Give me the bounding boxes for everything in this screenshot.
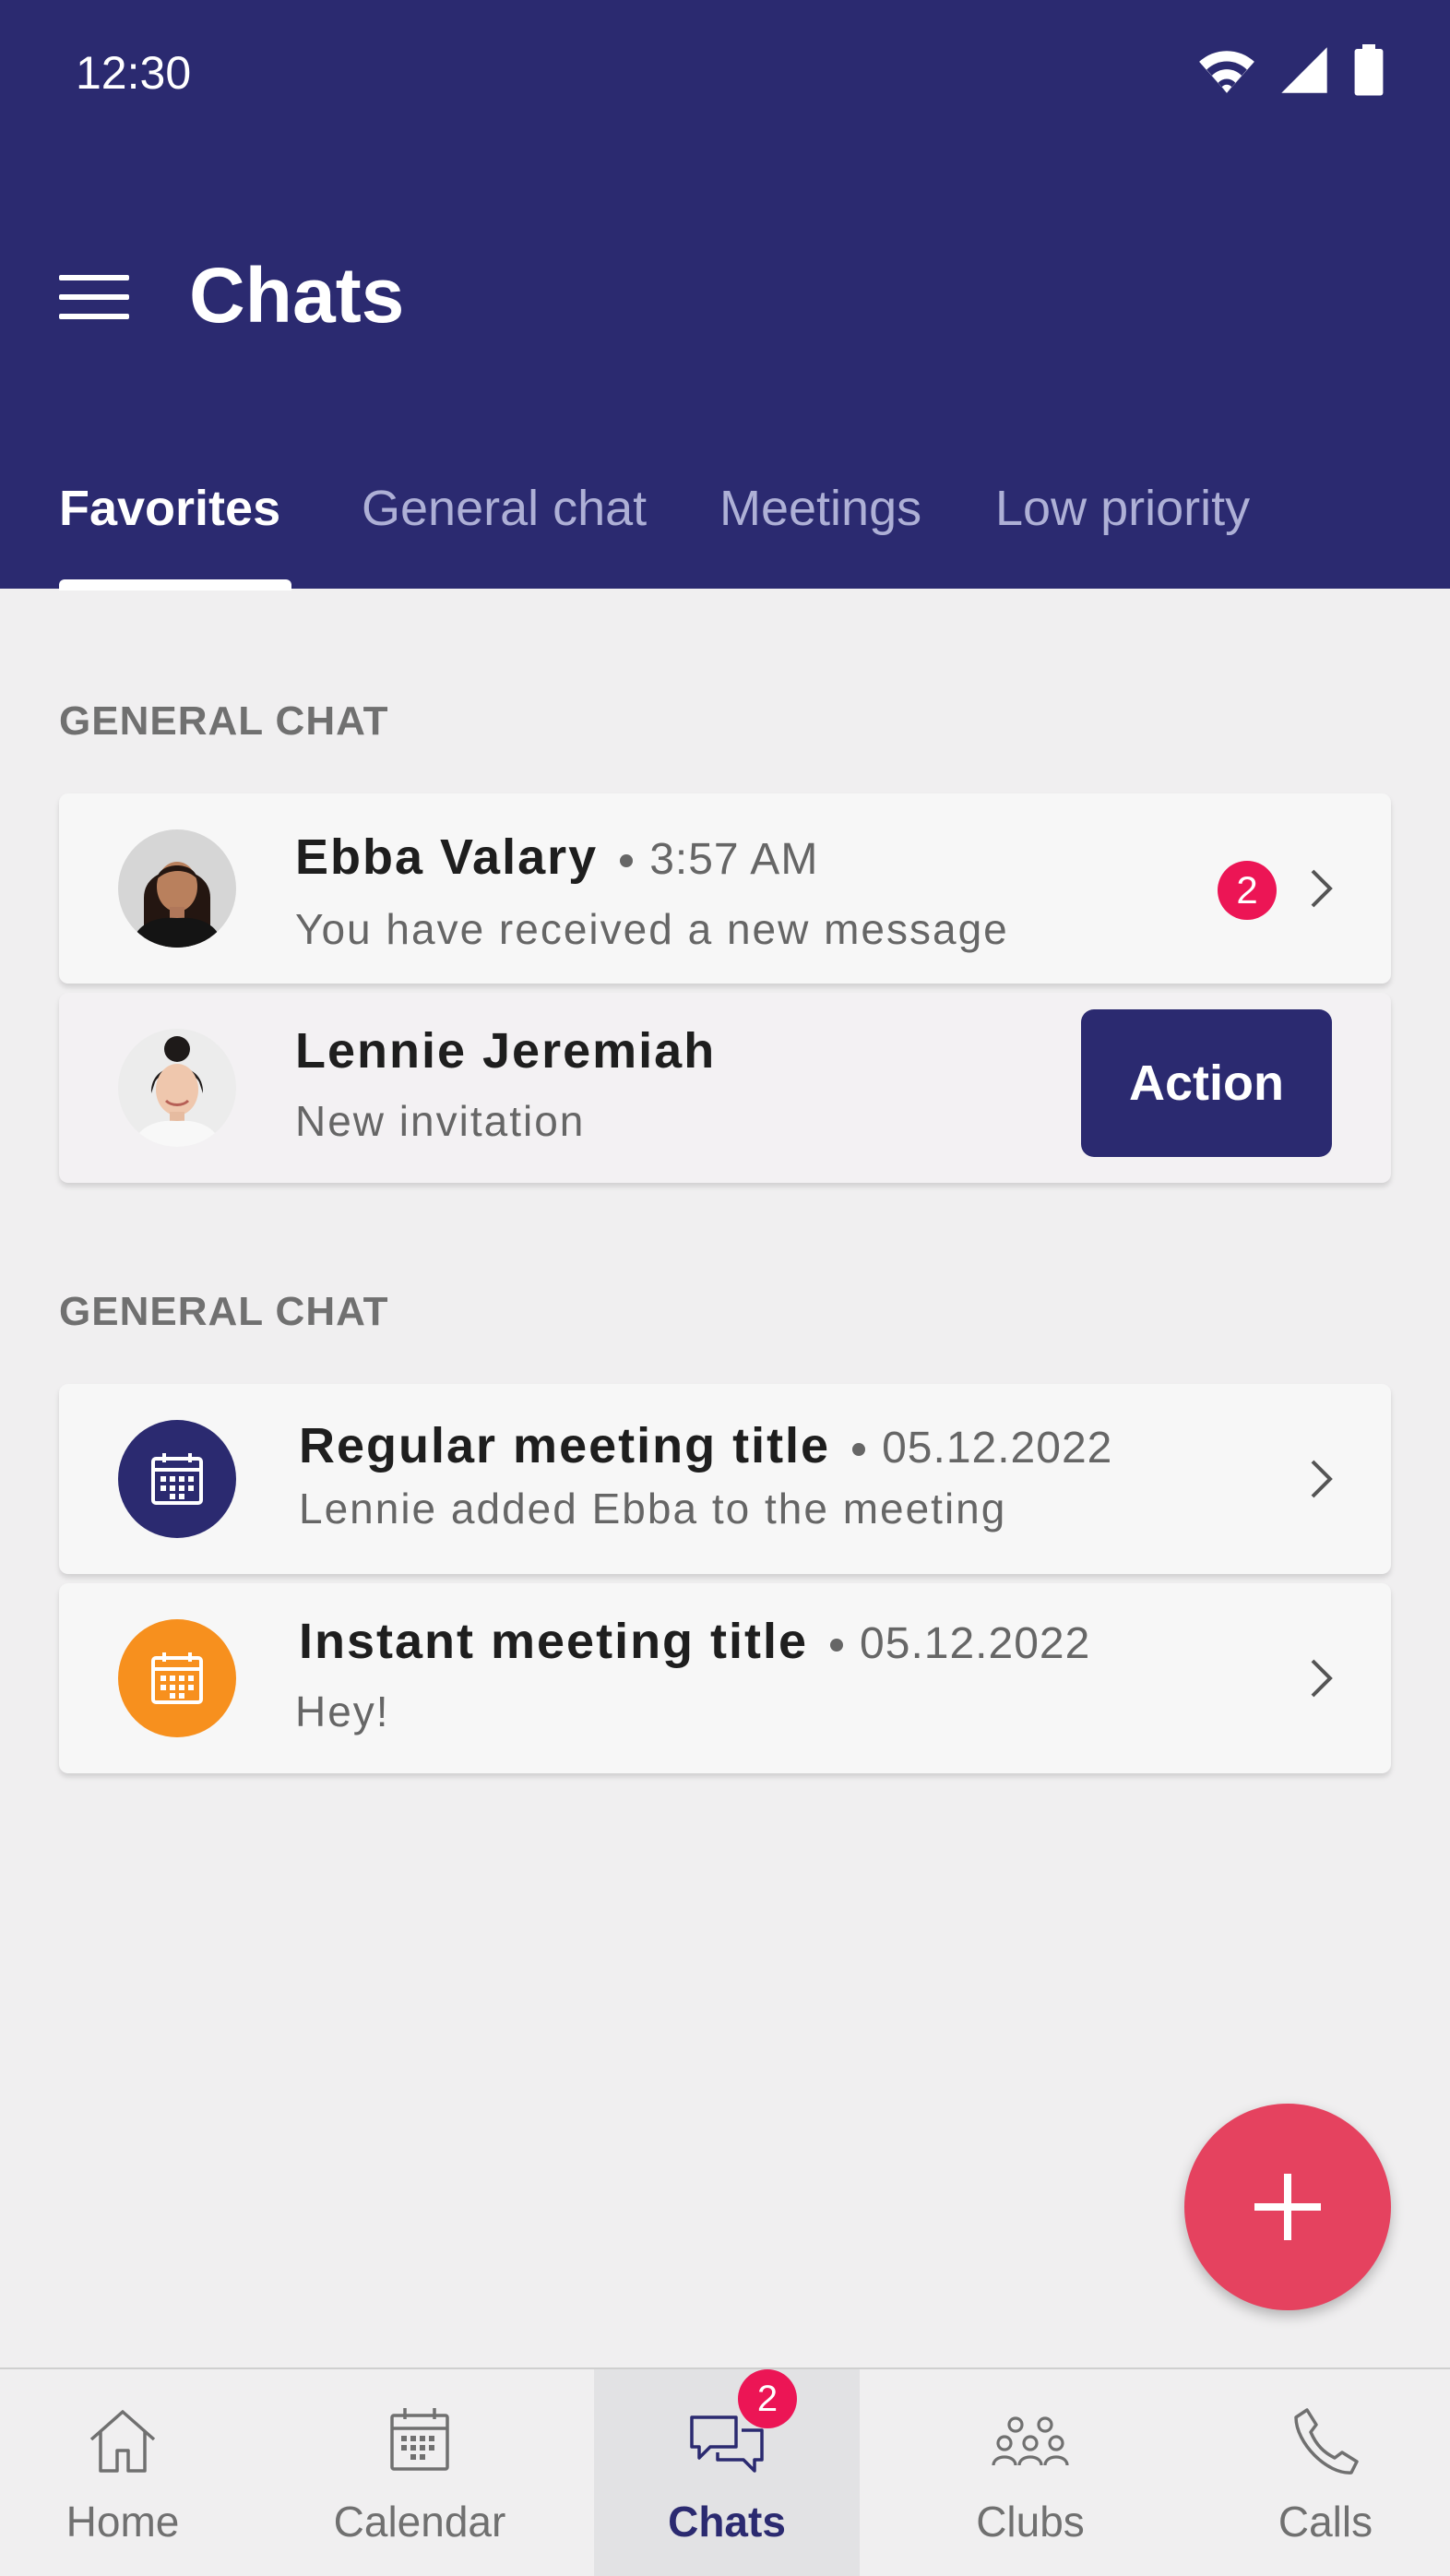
signal-icon bbox=[1281, 47, 1327, 93]
section-label: GENERAL CHAT bbox=[59, 698, 389, 744]
calendar-icon bbox=[390, 2408, 449, 2471]
chat-subtitle: Hey! bbox=[295, 1688, 390, 1735]
action-button[interactable]: Action bbox=[1081, 1009, 1332, 1157]
nav-label: Calls bbox=[1278, 2498, 1373, 2546]
avatar bbox=[118, 1029, 236, 1147]
home-icon bbox=[89, 2410, 156, 2473]
phone-icon bbox=[1294, 2408, 1359, 2475]
chat-name: Regular meeting title 05.12.2022 bbox=[299, 1418, 1113, 1473]
chat-time: 3:57 AM bbox=[649, 835, 819, 884]
tab-bar: Favorites General chat Meetings Low prio… bbox=[0, 480, 1450, 589]
battery-icon bbox=[1354, 44, 1384, 96]
nav-calendar[interactable]: Calendar bbox=[245, 2369, 594, 2576]
nav-label: Home bbox=[65, 2498, 180, 2546]
chevron-right-icon bbox=[1311, 1460, 1333, 1498]
chat-item-lennie-jeremiah[interactable]: Lennie Jeremiah New invitation Action bbox=[59, 993, 1391, 1183]
chat-item-instant-meeting[interactable]: Instant meeting title 05.12.2022 Hey! bbox=[59, 1583, 1391, 1773]
section-label: GENERAL CHAT bbox=[59, 1289, 389, 1334]
chat-subtitle: You have received a new message bbox=[295, 905, 1009, 953]
chat-item-regular-meeting[interactable]: Regular meeting title 05.12.2022 Lennie a… bbox=[59, 1384, 1391, 1574]
nav-chats[interactable]: 2 Chats bbox=[594, 2369, 860, 2576]
status-time: 12:30 bbox=[76, 47, 192, 99]
chat-name: Lennie Jeremiah bbox=[295, 1023, 717, 1079]
menu-icon[interactable] bbox=[59, 275, 129, 319]
avatar bbox=[118, 829, 236, 948]
chat-subtitle: New invitation bbox=[295, 1097, 586, 1145]
calendar-icon bbox=[151, 1652, 203, 1704]
nav-calls[interactable]: Calls bbox=[1201, 2369, 1450, 2576]
tab-favorites[interactable]: Favorites bbox=[59, 480, 280, 537]
tab-meetings[interactable]: Meetings bbox=[719, 480, 921, 537]
chat-time: 05.12.2022 bbox=[882, 1424, 1113, 1473]
page-title: Chats bbox=[189, 252, 405, 339]
chat-item-ebba-valary[interactable]: Ebba Valary 3:57 AM You have received a n… bbox=[59, 793, 1391, 984]
bottom-nav: Home Calendar 2 Chats Clubs Calls bbox=[0, 2367, 1450, 2576]
chat-name: Instant meeting title 05.12.2022 bbox=[299, 1614, 1091, 1669]
nav-label: Calendar bbox=[333, 2498, 506, 2546]
nav-home[interactable]: Home bbox=[0, 2369, 245, 2576]
clubs-icon bbox=[992, 2416, 1069, 2466]
app-header: 12:30 Chats Favorites General chat Meeti… bbox=[0, 0, 1450, 590]
nav-label: Clubs bbox=[976, 2498, 1085, 2546]
calendar-icon bbox=[151, 1453, 203, 1505]
chat-subtitle: Lennie added Ebba to the meeting bbox=[299, 1485, 1007, 1532]
chats-badge: 2 bbox=[738, 2369, 797, 2428]
tab-low-priority[interactable]: Low priority bbox=[995, 480, 1250, 537]
nav-clubs[interactable]: Clubs bbox=[860, 2369, 1201, 2576]
status-icons bbox=[1197, 44, 1385, 96]
chevron-right-icon bbox=[1311, 1659, 1333, 1698]
meeting-avatar bbox=[118, 1619, 236, 1737]
unread-badge: 2 bbox=[1218, 861, 1277, 920]
chevron-right-icon bbox=[1311, 869, 1333, 908]
plus-icon bbox=[1254, 2174, 1321, 2240]
nav-label: Chats bbox=[668, 2498, 786, 2546]
wifi-icon bbox=[1199, 51, 1254, 93]
new-chat-fab[interactable] bbox=[1184, 2104, 1391, 2310]
chat-name: Ebba Valary 3:57 AM bbox=[295, 829, 819, 885]
chat-time: 05.12.2022 bbox=[860, 1619, 1091, 1668]
tab-general-chat[interactable]: General chat bbox=[362, 480, 647, 537]
meeting-avatar bbox=[118, 1420, 236, 1538]
tab-indicator bbox=[59, 579, 291, 590]
